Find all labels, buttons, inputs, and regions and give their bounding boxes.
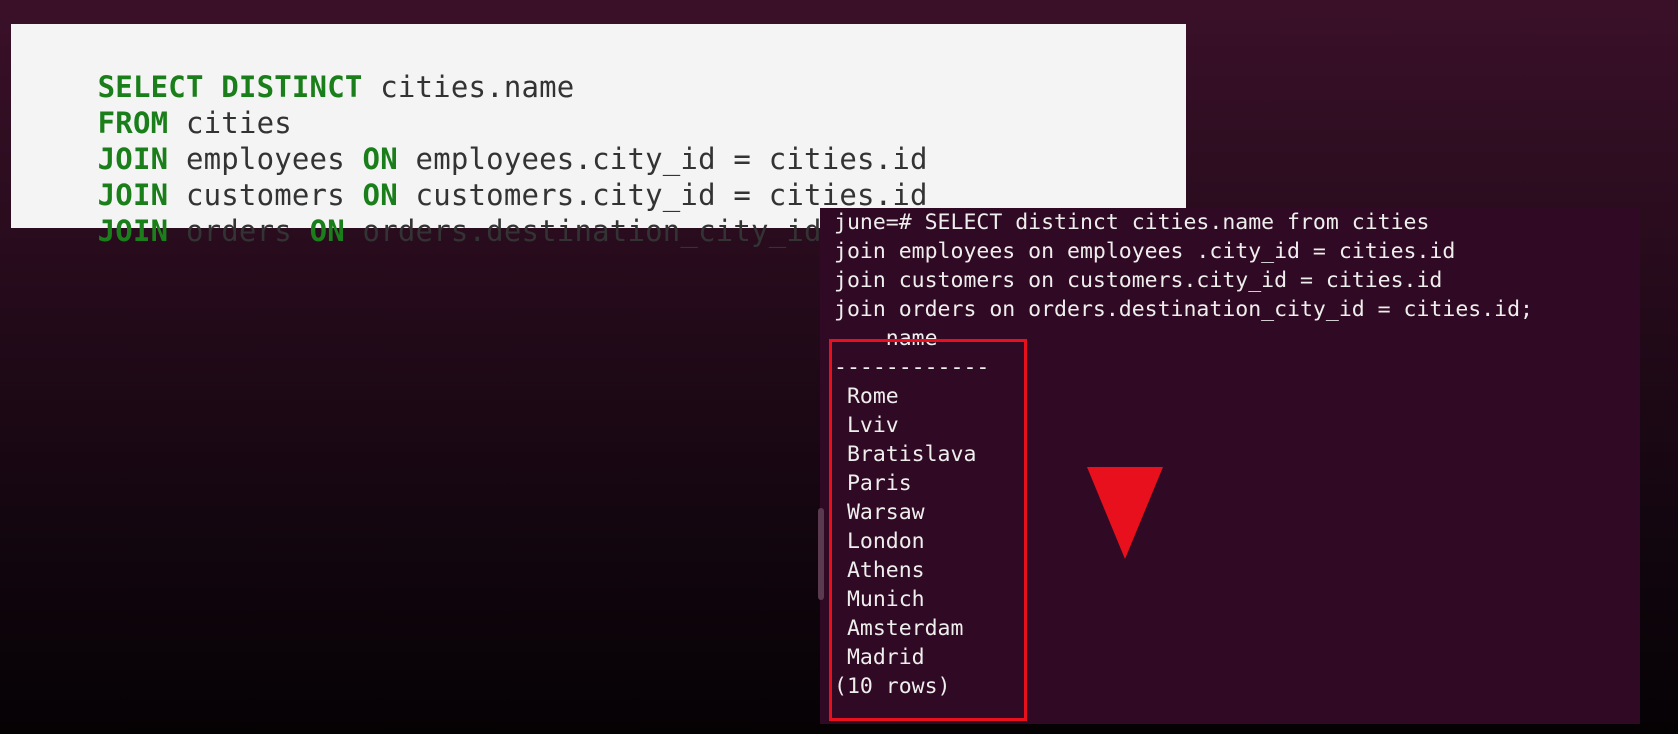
down-triangle-arrow-icon bbox=[1087, 467, 1163, 559]
result-row: Paris bbox=[834, 471, 912, 496]
sql-code-snippet: SELECT DISTINCT cities.name FROM cities … bbox=[11, 24, 1186, 248]
sql-keyword: ON bbox=[309, 214, 345, 248]
terminal-query-line: join employees on employees .city_id = c… bbox=[834, 239, 1456, 264]
sql-text: employees bbox=[168, 142, 363, 176]
code-line: SELECT DISTINCT cities.name bbox=[27, 33, 1186, 104]
sql-text: orders bbox=[168, 214, 310, 248]
result-row: Madrid bbox=[834, 645, 925, 670]
result-row: Rome bbox=[834, 384, 899, 409]
terminal-window[interactable]: june=# SELECT distinct cities.name from … bbox=[820, 208, 1640, 724]
result-row: London bbox=[834, 529, 925, 554]
terminal-query-line: join customers on customers.city_id = ci… bbox=[834, 268, 1443, 293]
terminal-query-line: june=# SELECT distinct cities.name from … bbox=[834, 210, 1430, 235]
terminal-query-line: join orders on orders.destination_city_i… bbox=[834, 297, 1533, 322]
result-row: Bratislava bbox=[834, 442, 977, 467]
result-column-header: name bbox=[834, 326, 938, 351]
sql-keyword: ON bbox=[362, 142, 398, 176]
result-separator: ------------ bbox=[834, 355, 990, 380]
sql-text: cities bbox=[168, 106, 292, 140]
sql-keyword: JOIN bbox=[97, 214, 169, 248]
result-row: Lviv bbox=[834, 413, 899, 438]
window-edge-mark bbox=[818, 508, 824, 600]
sql-keyword: JOIN bbox=[97, 142, 169, 176]
sql-text: cities.name bbox=[362, 70, 575, 104]
sql-keyword: JOIN bbox=[97, 178, 169, 212]
result-row: Athens bbox=[834, 558, 925, 583]
sql-text: customers.city_id = cities.id bbox=[397, 178, 928, 212]
result-row: Warsaw bbox=[834, 500, 925, 525]
sql-keyword: FROM bbox=[97, 106, 169, 140]
result-row: Munich bbox=[834, 587, 925, 612]
result-row: Amsterdam bbox=[834, 616, 964, 641]
sql-keyword: ON bbox=[362, 178, 398, 212]
sql-text: employees.city_id = cities.id bbox=[397, 142, 928, 176]
sql-keyword: SELECT DISTINCT bbox=[97, 70, 363, 104]
result-row-count: (10 rows) bbox=[834, 674, 951, 699]
sql-text: customers bbox=[168, 178, 363, 212]
